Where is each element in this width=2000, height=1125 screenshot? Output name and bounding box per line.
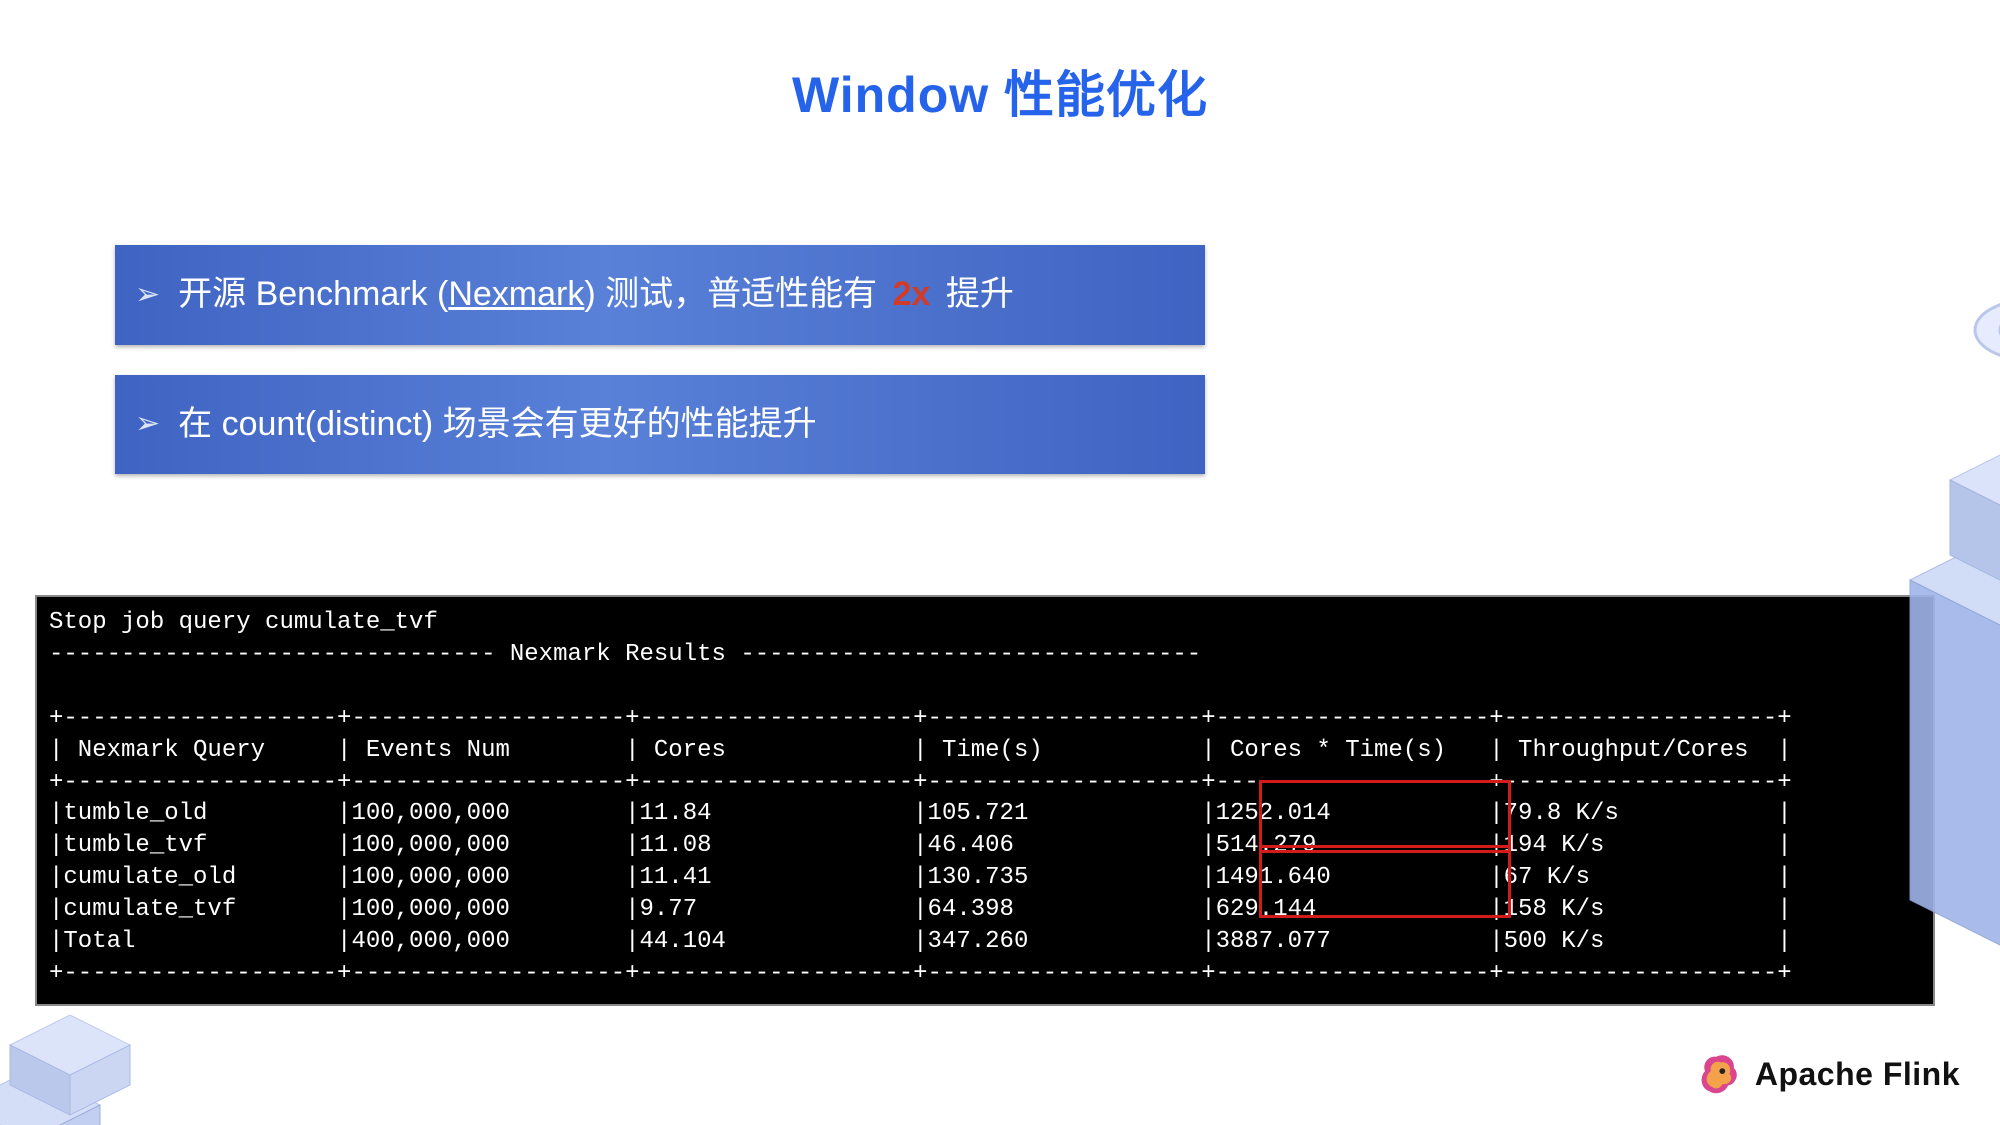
term-line: ------------------------------- Nexmark … xyxy=(49,641,1201,668)
bullet-1: ➢ 开源 Benchmark (Nexmark) 测试，普适性能有 2x 提升 xyxy=(115,245,1205,345)
nexmark-link[interactable]: Nexmark xyxy=(448,275,584,313)
bullet1-highlight: 2x xyxy=(893,275,931,313)
term-data-rows: |tumble_old |100,000,000 |11.84 |105.721… xyxy=(49,800,1792,955)
terminal-output: Stop job query cumulate_tvf ------------… xyxy=(35,595,1935,1006)
bullet-arrow-icon: ➢ xyxy=(135,403,160,445)
brand-name: Apache Flink xyxy=(1755,1056,1960,1093)
decorative-graphic-left xyxy=(0,985,180,1125)
term-header-row: | Nexmark Query | Events Num | Cores | T… xyxy=(49,737,1792,764)
flink-logo-icon xyxy=(1695,1051,1741,1097)
slide: Window 性能优化 ➢ 开源 Benchmark (Nexmark) 测试，… xyxy=(0,0,2000,1125)
bullet-1-text: 开源 Benchmark (Nexmark) 测试，普适性能有 2x 提升 xyxy=(178,271,1014,319)
bullet-2: ➢ 在 count(distinct) 场景会有更好的性能提升 xyxy=(115,375,1205,475)
highlight-box-1 xyxy=(1259,780,1511,853)
highlight-box-2 xyxy=(1259,845,1511,918)
term-line: Stop job query cumulate_tvf xyxy=(49,609,438,636)
bullet1-pre: 开源 Benchmark ( xyxy=(178,275,448,313)
term-sep: +-------------------+-------------------… xyxy=(49,960,1792,987)
bullet-arrow-icon: ➢ xyxy=(135,274,160,316)
term-sep: +-------------------+-------------------… xyxy=(49,769,1792,796)
slide-title: Window 性能优化 xyxy=(0,0,2000,127)
bullet1-mid: ) 测试，普适性能有 xyxy=(584,275,886,313)
bullet-list: ➢ 开源 Benchmark (Nexmark) 测试，普适性能有 2x 提升 … xyxy=(115,245,1205,504)
terminal-pre: Stop job query cumulate_tvf ------------… xyxy=(49,607,1921,990)
decorative-graphic-right xyxy=(1820,260,2000,960)
term-sep: +-------------------+-------------------… xyxy=(49,705,1792,732)
bullet-2-text: 在 count(distinct) 场景会有更好的性能提升 xyxy=(178,401,817,449)
footer-logo: Apache Flink xyxy=(1695,1051,1960,1097)
bullet1-post: 提升 xyxy=(936,275,1013,313)
